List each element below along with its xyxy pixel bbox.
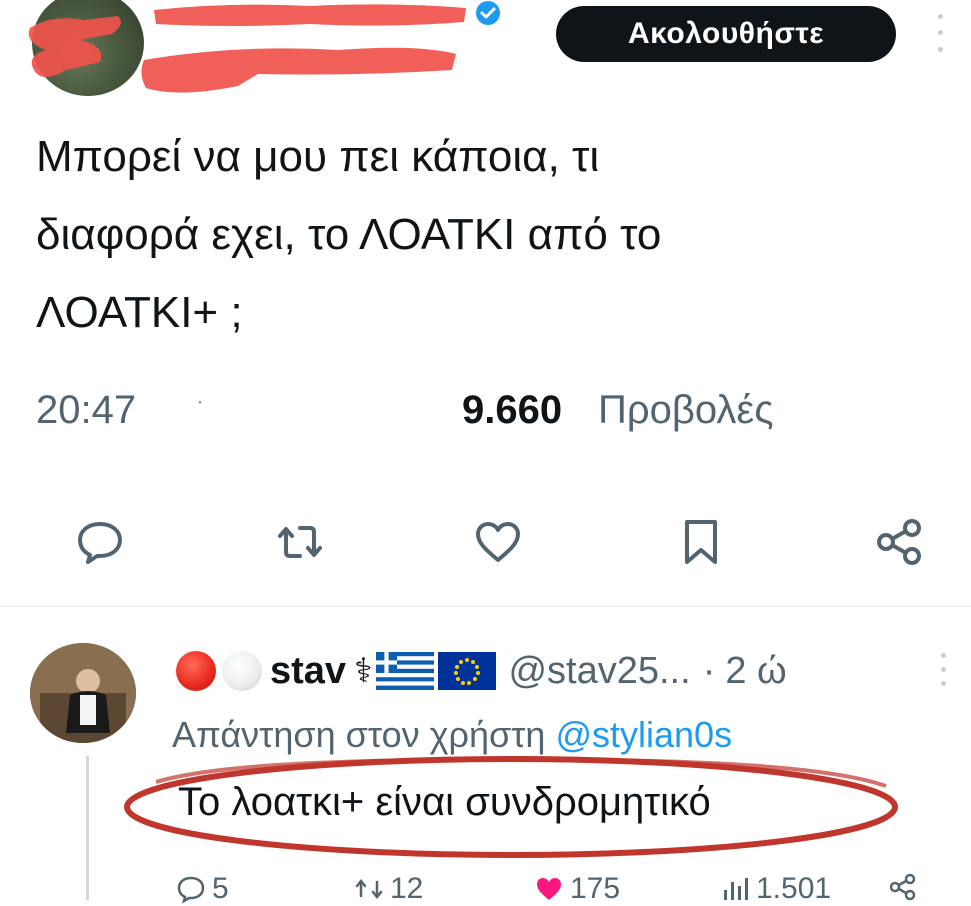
reply-retweets-stat[interactable]: 12 [354, 872, 423, 906]
thread-line [86, 756, 89, 900]
reply-context: Απάντηση στον χρήστη @stylian0s [172, 714, 962, 756]
reply-context-mention[interactable]: @stylian0s [555, 714, 732, 755]
more-options-icon[interactable] [930, 8, 950, 58]
reply-text: Το λοατκι+ είναι συνδρομητικό [178, 780, 711, 824]
name-redaction-scribble [154, 4, 466, 27]
reply-views-stat[interactable]: 1.501 [720, 872, 831, 906]
reply-replies-stat[interactable]: 5 [176, 872, 229, 906]
eu-flag-icon [438, 652, 497, 690]
greek-flag-icon [376, 652, 435, 690]
reply-handle[interactable]: @stav25... [508, 650, 690, 693]
reply-display-name[interactable]: stav [270, 650, 346, 693]
views-count-reply: 1.501 [756, 872, 832, 905]
follow-button[interactable]: Ακολουθήστε [556, 6, 896, 62]
reply-header: stav ⚕ @stav25... · 2 ώ [176, 646, 936, 696]
reply-share-icon[interactable] [888, 872, 924, 902]
bookmark-icon[interactable] [675, 516, 727, 568]
reply-author-avatar[interactable] [30, 643, 136, 743]
like-icon[interactable] [472, 516, 524, 568]
reply-context-prefix: Απάντηση στον χρήστη [172, 714, 546, 755]
tweet-meta: 20:47 · 9.660 Προβολές [36, 380, 936, 440]
red-circle-emoji [176, 651, 216, 691]
verified-badge-icon [476, 1, 500, 25]
reply-more-options-icon[interactable] [936, 648, 950, 690]
reply-stats: 5 12 175 1.501 [172, 866, 962, 906]
reply-icon[interactable] [74, 516, 126, 568]
reply-separator: · [702, 649, 716, 692]
tweet-text-line: διαφορά εχει, το ΛΟΑΤΚΙ από το [36, 210, 662, 259]
retweet-icon[interactable] [274, 516, 326, 568]
reply-timestamp[interactable]: 2 ώ [725, 650, 786, 693]
divider [0, 605, 971, 607]
tweet-text-line: ΛΟΑΤΚΙ+ ; [36, 288, 243, 337]
tweet-timestamp[interactable]: 20:47 [36, 388, 136, 433]
views-label: Προβολές [598, 388, 774, 432]
handle-redaction-scribble [141, 47, 456, 93]
share-icon[interactable] [874, 516, 926, 568]
tweet-text-line: Μπορεί να μου πει κάποια, τι [36, 132, 600, 181]
retweet-count: 12 [390, 872, 424, 905]
tweet-text: Μπορεί να μου πει κάποια, τι διαφορά εχε… [36, 118, 916, 352]
reply-likes-stat[interactable]: 175 [534, 872, 620, 906]
like-count: 175 [570, 872, 621, 905]
views-count: 9.660 [462, 388, 563, 432]
white-circle-emoji [222, 651, 262, 691]
caduceus-symbol: ⚕ [354, 652, 373, 690]
reply-count: 5 [212, 872, 229, 905]
avatar-redaction-scribble [28, 16, 121, 77]
meta-separator: · [196, 388, 204, 415]
